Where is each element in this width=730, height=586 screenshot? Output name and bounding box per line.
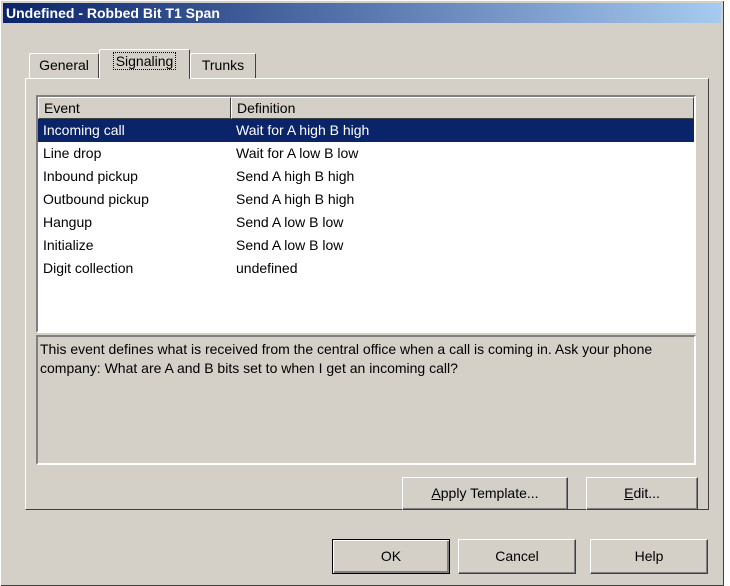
event-definition: Send A low B low: [236, 214, 344, 230]
event-list[interactable]: Event Definition Incoming call Wait for …: [36, 95, 696, 333]
list-item[interactable]: Outbound pickup Send A high B high: [38, 188, 694, 211]
list-item[interactable]: Line drop Wait for A low B low: [38, 142, 694, 165]
tab-general[interactable]: General: [29, 53, 99, 78]
event-name: Digit collection: [43, 260, 134, 276]
column-header-event[interactable]: Event: [38, 97, 231, 119]
tab-signaling[interactable]: Signaling: [99, 49, 190, 79]
tab-signaling-label: Signaling: [112, 52, 177, 70]
edit-label: dit...: [633, 485, 660, 501]
window-title: Undefined - Robbed Bit T1 Span: [3, 3, 721, 23]
event-definition: Wait for A low B low: [236, 145, 359, 161]
tab-trunks-label: Trunks: [201, 57, 245, 73]
tab-general-label: General: [39, 57, 89, 73]
event-definition: Send A high B high: [236, 191, 355, 207]
apply-template-label: pply Template...: [440, 485, 539, 501]
edit-button[interactable]: Edit...: [586, 477, 698, 510]
list-item[interactable]: Incoming call Wait for A high B high: [38, 119, 694, 142]
event-definition: Wait for A high B high: [236, 122, 370, 138]
apply-template-button[interactable]: Apply Template...: [402, 477, 568, 510]
apply-template-mnemonic: A: [431, 485, 441, 501]
column-header-definition[interactable]: Definition: [231, 97, 694, 119]
event-name: Inbound pickup: [43, 168, 138, 184]
list-item[interactable]: Initialize Send A low B low: [38, 234, 694, 257]
help-button[interactable]: Help: [590, 539, 708, 574]
event-description: This event defines what is received from…: [36, 335, 696, 465]
signaling-panel: Event Definition Incoming call Wait for …: [25, 78, 709, 510]
event-definition: Send A high B high: [236, 168, 355, 184]
event-name: Hangup: [43, 214, 93, 230]
list-item[interactable]: Digit collection undefined: [38, 257, 694, 280]
event-name: Outbound pickup: [43, 191, 149, 207]
event-name: Line drop: [43, 145, 102, 161]
dialog-window: Undefined - Robbed Bit T1 Span General S…: [0, 0, 724, 586]
list-header: Event Definition: [38, 97, 694, 119]
list-item[interactable]: Hangup Send A low B low: [38, 211, 694, 234]
list-item[interactable]: Inbound pickup Send A high B high: [38, 165, 694, 188]
tab-trunks[interactable]: Trunks: [190, 53, 256, 78]
event-name: Incoming call: [43, 122, 125, 138]
ok-button[interactable]: OK: [332, 539, 450, 574]
event-definition: Send A low B low: [236, 237, 344, 253]
event-definition: undefined: [236, 260, 298, 276]
cancel-button[interactable]: Cancel: [458, 539, 576, 574]
event-name: Initialize: [43, 237, 94, 253]
